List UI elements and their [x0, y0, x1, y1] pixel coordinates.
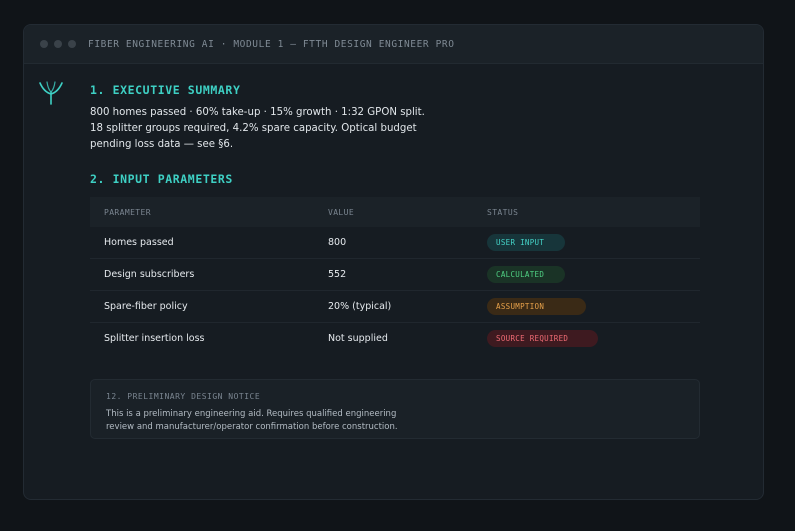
parameter-cell: Design subscribers: [104, 269, 195, 280]
report-content: 1. EXECUTIVE SUMMARY 800 homes passed · …: [90, 83, 700, 439]
window-maximize-dot[interactable]: [68, 40, 76, 48]
window-close-dot[interactable]: [40, 40, 48, 48]
status-badge: ASSUMPTION: [487, 298, 586, 315]
parameter-cell: Homes passed: [104, 237, 174, 248]
executive-summary-text: 800 homes passed · 60% take-up · 15% gro…: [90, 105, 700, 153]
table-row: Spare-fiber policy 20% (typical) ASSUMPT…: [90, 291, 700, 323]
window-minimize-dot[interactable]: [54, 40, 62, 48]
status-cell: USER INPUT: [487, 227, 700, 259]
notice-line: review and manufacturer/operator confirm…: [106, 422, 398, 432]
table-header-row: PARAMETER VALUE STATUS: [90, 197, 700, 227]
notice-title: 12. PRELIMINARY DESIGN NOTICE: [106, 392, 261, 401]
title-bar: FIBER ENGINEERING AI · MODULE 1 — FTTH D…: [24, 25, 763, 64]
column-header-parameter: PARAMETER: [104, 207, 151, 217]
preliminary-design-notice: 12. PRELIMINARY DESIGN NOTICE This is a …: [90, 379, 700, 439]
value-cell: 800: [328, 237, 347, 248]
fiber-split-icon: [39, 81, 63, 105]
value-cell: Not supplied: [328, 333, 388, 344]
column-header-value: VALUE: [328, 207, 355, 217]
window-title: FIBER ENGINEERING AI · MODULE 1 — FTTH D…: [88, 38, 455, 50]
notice-line: This is a preliminary engineering aid. R…: [106, 409, 397, 419]
app-window: FIBER ENGINEERING AI · MODULE 1 — FTTH D…: [23, 24, 764, 500]
table-row: Design subscribers 552 CALCULATED: [90, 259, 700, 291]
executive-summary-heading: 1. EXECUTIVE SUMMARY: [90, 83, 241, 97]
parameter-cell: Spare-fiber policy: [104, 301, 188, 312]
status-badge: USER INPUT: [487, 234, 565, 251]
summary-line: 800 homes passed · 60% take-up · 15% gro…: [90, 107, 425, 118]
value-cell: 552: [328, 269, 347, 280]
notice-text: This is a preliminary engineering aid. R…: [106, 408, 684, 434]
status-cell: CALCULATED: [487, 259, 700, 291]
input-parameters-heading: 2. INPUT PARAMETERS: [90, 172, 233, 186]
status-badge: CALCULATED: [487, 266, 565, 283]
value-cell: 20% (typical): [328, 301, 392, 312]
status-badge: SOURCE REQUIRED: [487, 330, 598, 347]
input-parameters-table: PARAMETER VALUE STATUS Homes passed 800 …: [90, 197, 700, 354]
status-cell: ASSUMPTION: [487, 291, 700, 323]
parameter-cell: Splitter insertion loss: [104, 333, 205, 344]
summary-line: 18 splitter groups required, 4.2% spare …: [90, 123, 417, 134]
status-cell: SOURCE REQUIRED: [487, 323, 700, 355]
table-row: Splitter insertion loss Not supplied SOU…: [90, 323, 700, 355]
summary-line: pending loss data — see §6.: [90, 139, 234, 150]
table-row: Homes passed 800 USER INPUT: [90, 227, 700, 259]
column-header-status: STATUS: [487, 207, 519, 217]
